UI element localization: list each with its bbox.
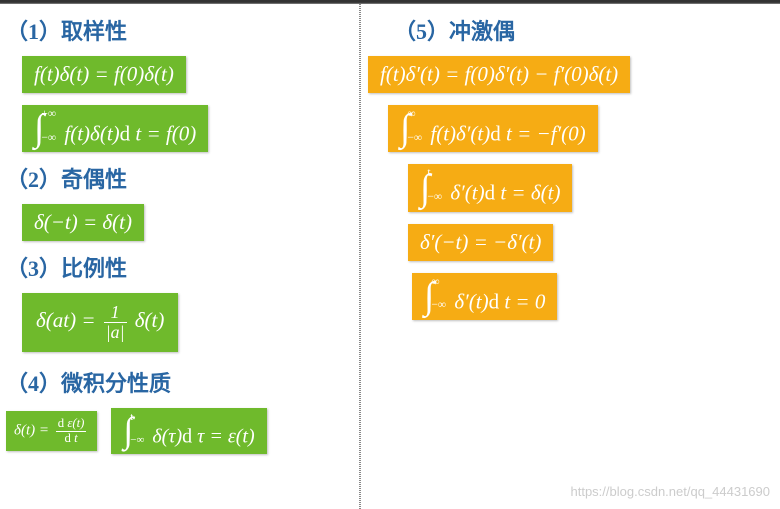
int-upper-5c: t [427,168,442,180]
formula-5b: ∫ ∞ −∞ f(t)δ′(t)d t = −f′(0) [388,105,598,152]
formula-5a: f(t)δ′(t) = f(0)δ′(t) − f′(0)δ(t) [368,56,630,93]
int-upper-5e: ∞ [431,277,446,289]
int-upper: +∞ [41,109,56,121]
formula-3-rhs: δ(t) [135,308,165,332]
formula-5e: ∫ ∞ −∞ δ′(t)d t = 0 [412,273,557,320]
formula-4-row: δ(t) = d ε(t) d t ∫ t −∞ δ(τ)d τ = ε(t) [6,404,358,463]
formula-3-lhs: δ(at) = [36,308,96,332]
formula-5c-body: δ′(t)d t = δ(t) [450,181,560,205]
formula-5a-text: f(t)δ′(t) = f(0)δ′(t) − f′(0)δ(t) [380,62,618,86]
heading-4: （4）微积分性质 [6,366,358,398]
integral-limits-4b: t −∞ [130,412,144,446]
formula-5d: δ′(−t) = −δ′(t) [408,224,553,261]
left-column: （1）取样性 f(t)δ(t) = f(0)δ(t) ∫ +∞ −∞ f(t)δ… [6,12,358,462]
formula-2-text: δ(−t) = δ(t) [34,210,132,234]
formula-2: δ(−t) = δ(t) [22,204,144,241]
fraction-3: 1 |a| [104,303,127,341]
formula-1b: ∫ +∞ −∞ f(t)δ(t)d t = f(0) [22,105,208,152]
formula-4a-lhs: δ(t) = [14,423,49,439]
int-lower-4b: −∞ [130,435,144,446]
frac-bot-4a: d t [63,432,80,445]
integral-4b: ∫ t −∞ [123,414,147,448]
heading-1: （1）取样性 [6,14,358,46]
integral-5b: ∫ ∞ −∞ [400,111,425,146]
integral-limits-5e: ∞ −∞ [431,277,446,312]
formula-5e-body: δ′(t)d t = 0 [454,289,545,313]
watermark: https://blog.csdn.net/qq_44431690 [571,484,771,499]
frac-top-4a: d ε(t) [56,417,87,430]
right-column: （5）冲激偶 f(t)δ′(t) = f(0)δ′(t) − f′(0)δ(t)… [372,12,772,328]
fraction-4a: d ε(t) d t [56,417,87,445]
formula-4b-body: δ(τ)d τ = ε(t) [152,425,254,447]
formula-5b-body: f(t)δ′(t)d t = −f′(0) [430,121,585,145]
heading-5: （5）冲激偶 [394,14,772,46]
heading-2: （2）奇偶性 [6,162,358,194]
int-upper-4b: t [130,412,144,423]
formula-1a-text: f(t)δ(t) = f(0)δ(t) [34,62,174,86]
formula-4a: δ(t) = d ε(t) d t [6,411,97,451]
int-lower-5c: −∞ [427,192,442,204]
integral-5e: ∫ ∞ −∞ [424,279,449,314]
formula-3: δ(at) = 1 |a| δ(t) [22,293,178,351]
formula-5d-text: δ′(−t) = −δ′(t) [420,230,541,254]
integral-limits-5b: ∞ −∞ [407,109,422,144]
integral-limits-5c: t −∞ [427,168,442,203]
integral-limits: +∞ −∞ [41,109,56,144]
formula-1b-body: f(t)δ(t)d t = f(0) [64,121,196,145]
integral-1b: ∫ +∞ −∞ [34,111,59,146]
formula-1a: f(t)δ(t) = f(0)δ(t) [22,56,186,93]
top-border [0,0,780,4]
formula-5c: ∫ t −∞ δ′(t)d t = δ(t) [408,164,572,211]
frac-bot: |a| [104,323,127,342]
int-lower-5b: −∞ [407,133,422,145]
int-upper-5b: ∞ [407,109,422,121]
int-lower: −∞ [41,133,56,145]
frac-top: 1 [109,303,122,322]
formula-4b: ∫ t −∞ δ(τ)d τ = ε(t) [111,408,266,455]
vertical-divider [359,4,361,509]
int-lower-5e: −∞ [431,300,446,312]
heading-3: （3）比例性 [6,251,358,283]
integral-5c: ∫ t −∞ [420,170,445,205]
